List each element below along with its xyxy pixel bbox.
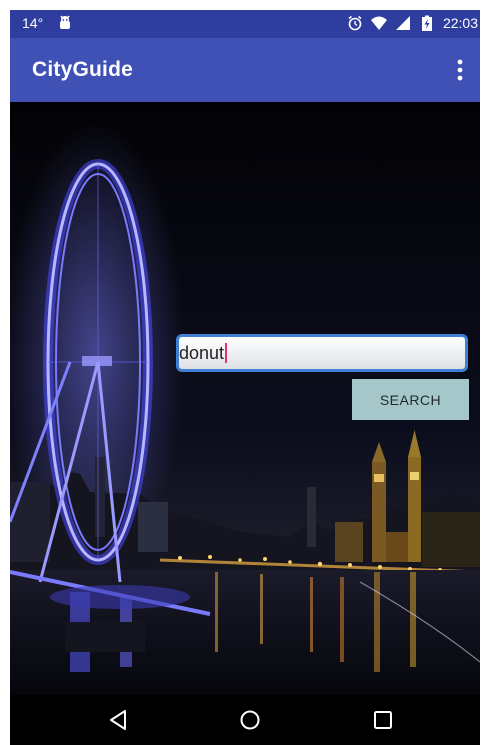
content-area: donut SEARCH	[10, 102, 480, 695]
temperature-text: 14°	[22, 15, 44, 31]
android-debug-icon	[60, 15, 71, 29]
wifi-icon	[370, 16, 387, 30]
app-bar: CityGuide	[10, 38, 480, 102]
clock-text: 22:03	[442, 15, 478, 31]
navigation-bar	[10, 695, 480, 745]
search-input[interactable]: donut	[176, 334, 468, 372]
battery-charging-icon	[421, 15, 432, 31]
app-title: CityGuide	[32, 58, 133, 81]
alarm-icon	[348, 15, 362, 31]
back-icon[interactable]	[107, 709, 129, 731]
search-button[interactable]: SEARCH	[352, 379, 469, 420]
recents-icon[interactable]	[372, 709, 394, 731]
cell-signal-icon	[395, 16, 410, 30]
text-caret	[225, 343, 228, 363]
overflow-menu-icon[interactable]	[454, 58, 466, 82]
search-input-text: donut	[179, 343, 225, 363]
app-frame: 14° 22:03 CityGuide donut SEARCH	[10, 10, 480, 745]
home-icon[interactable]	[239, 709, 261, 731]
status-bar: 14° 22:03	[10, 10, 480, 38]
